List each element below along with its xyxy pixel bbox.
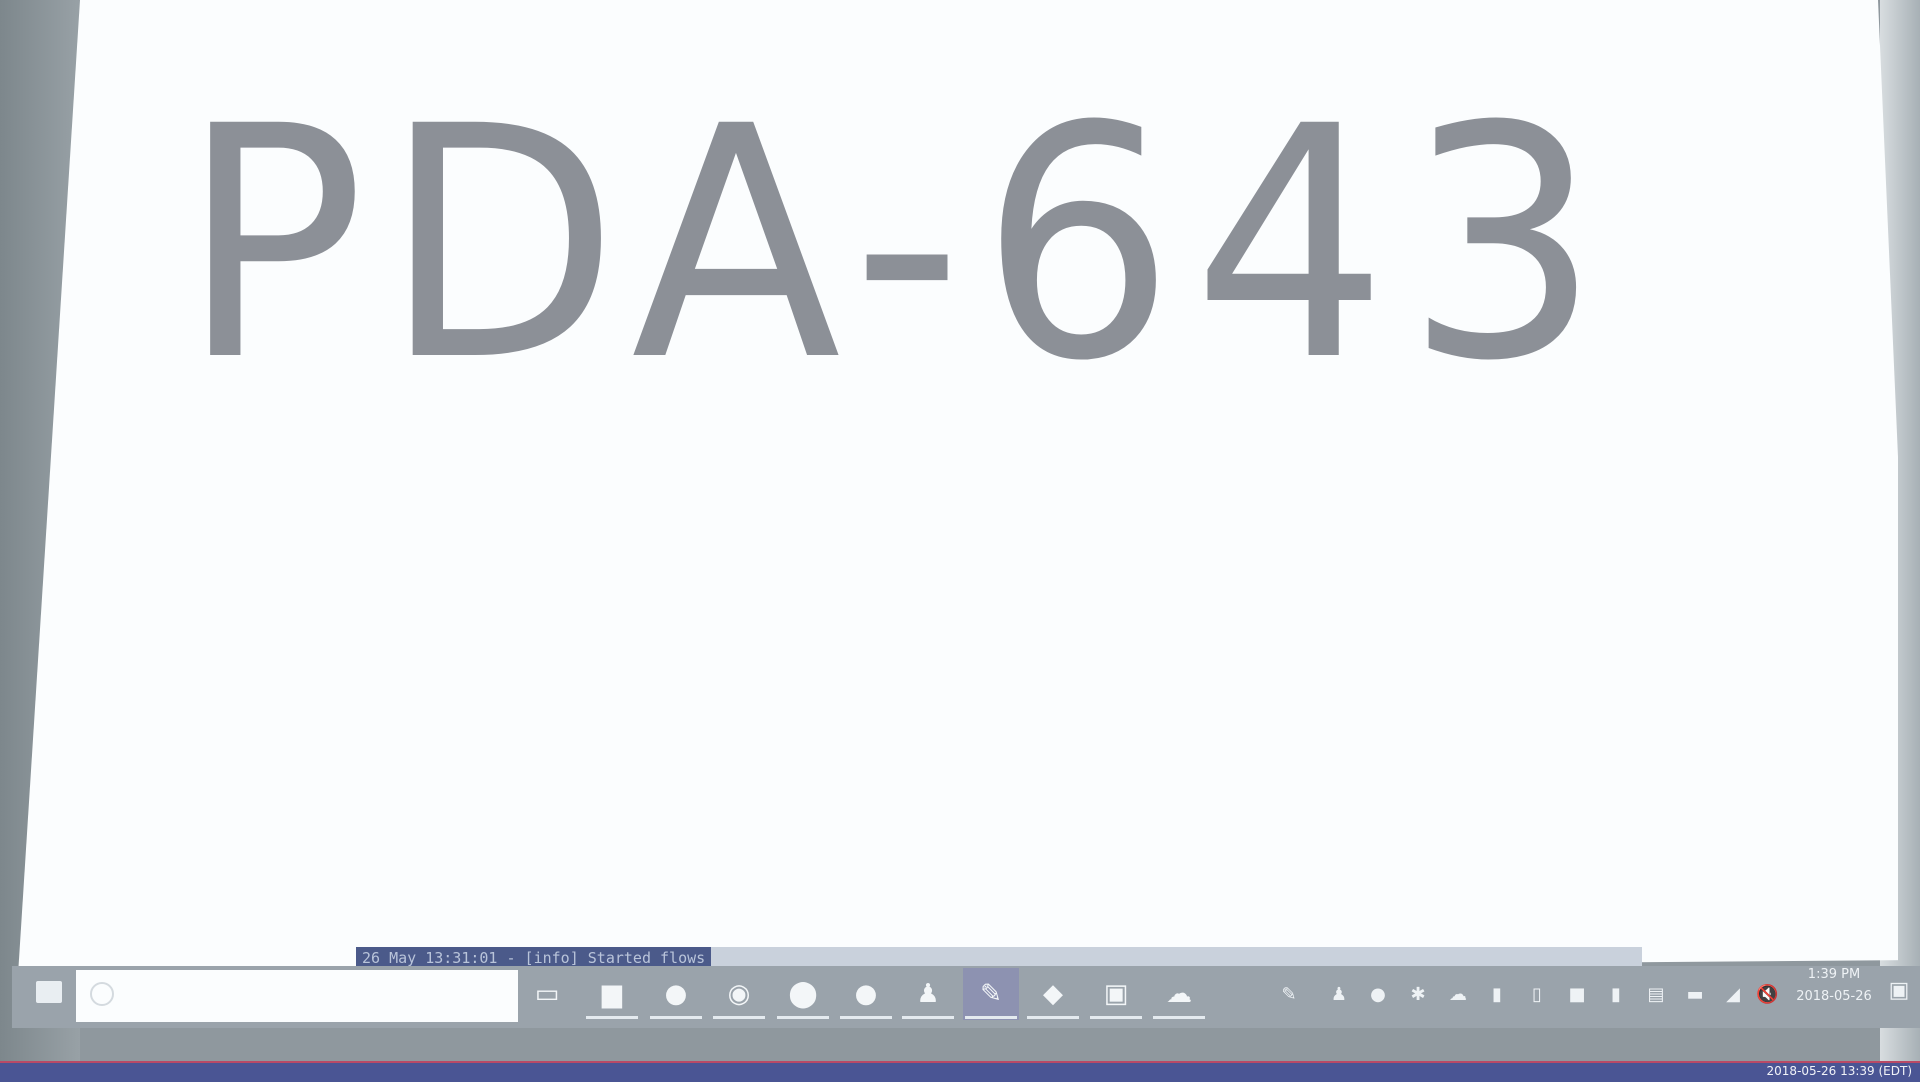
file-explorer-icon[interactable]: ▆ <box>595 978 629 1010</box>
app-running-indicator <box>777 1016 829 1019</box>
app-running-indicator <box>902 1016 954 1019</box>
app-running-indicator <box>1090 1016 1142 1019</box>
tray-icon-5[interactable]: ☁ <box>1447 984 1469 1006</box>
app-icon-5[interactable]: ● <box>849 978 883 1010</box>
headline-text: PDA-643 <box>180 65 1618 425</box>
app-icon-10[interactable]: ☁ <box>1162 978 1196 1010</box>
app-icon-8[interactable]: ◆ <box>1036 978 1070 1010</box>
app-running-indicator <box>650 1016 702 1019</box>
app-icon-2[interactable]: ● <box>659 978 693 1010</box>
action-center-icon[interactable]: ▣ <box>1886 978 1912 1004</box>
app-running-indicator <box>965 1016 1017 1019</box>
app-icon-3[interactable]: ◉ <box>722 978 756 1010</box>
tray-icon-11[interactable]: ▬ <box>1684 984 1706 1006</box>
search-icon <box>90 982 114 1006</box>
camera-overlay-strip <box>0 1061 1920 1082</box>
app-icon-9[interactable]: ▣ <box>1099 978 1133 1010</box>
tray-icon-3[interactable]: ● <box>1367 984 1389 1006</box>
tray-icon-7[interactable]: ▯ <box>1526 984 1548 1006</box>
windows-start-icon[interactable] <box>36 981 62 1003</box>
app-running-indicator <box>840 1016 892 1019</box>
app-running-indicator <box>1027 1016 1079 1019</box>
tray-icon-1[interactable]: ✎ <box>1278 984 1300 1006</box>
app-running-indicator <box>1153 1016 1205 1019</box>
search-input[interactable] <box>76 970 518 1022</box>
tray-icon-10[interactable]: ▤ <box>1645 984 1667 1006</box>
tray-icon-9[interactable]: ▮ <box>1605 984 1627 1006</box>
tray-icon-4[interactable]: ✱ <box>1407 984 1429 1006</box>
tray-icon-2[interactable]: ♟ <box>1328 984 1350 1006</box>
clock-date[interactable]: 2018-05-26 <box>1792 988 1876 1006</box>
wifi-icon[interactable]: ◢ <box>1722 984 1744 1006</box>
app-running-indicator <box>586 1016 638 1019</box>
clock-time[interactable]: 1:39 PM <box>1792 966 1876 984</box>
app-icon-7[interactable]: ✎ <box>974 978 1008 1010</box>
tray-icon-8[interactable]: ■ <box>1566 984 1588 1006</box>
overlay-timestamp: 2018-05-26 13:39 (EDT) <box>1766 1064 1912 1078</box>
app-running-indicator <box>713 1016 765 1019</box>
app-icon-4[interactable]: ⬤ <box>786 978 820 1010</box>
task-view-icon[interactable]: ▭ <box>530 978 564 1010</box>
app-icon-6[interactable]: ♟ <box>911 978 945 1010</box>
volume-muted-icon[interactable]: 🔇 <box>1756 984 1778 1006</box>
tray-icon-6[interactable]: ▮ <box>1486 984 1508 1006</box>
